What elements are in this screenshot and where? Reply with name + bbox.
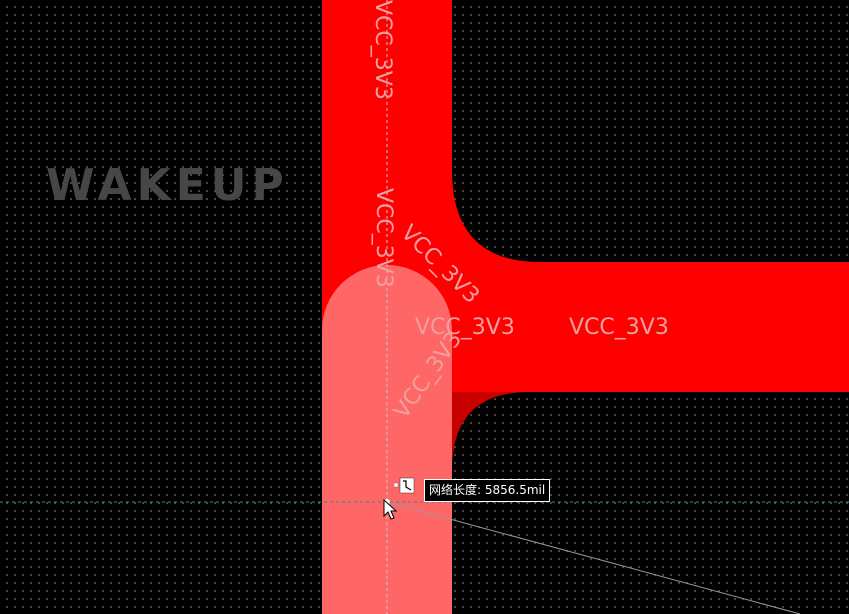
net-label-vertical-top: VCC_3V3 [370, 0, 395, 100]
net-label-horizontal-2: VCC_3V3 [569, 315, 669, 340]
arrow-cursor-icon [383, 499, 398, 520]
net-label-vertical-mid: VCC_3V3 [371, 188, 396, 288]
trace-fillet-lower [452, 392, 530, 470]
pcb-editor-canvas[interactable]: { "silkscreen": { "text": "WAKEUP" }, "n… [0, 0, 849, 614]
pcb-layout[interactable]: WAKEUP VCC_3V3 VCC_3V3 VCC_3V3 VCC_3V3 V… [0, 0, 849, 614]
silkscreen-wakeup-text: WAKEUP [46, 160, 289, 211]
net-label-horizontal-1: VCC_3V3 [415, 315, 515, 340]
net-length-icon [394, 477, 415, 494]
net-length-tooltip: 网络长度: 5856.5mil [424, 479, 551, 502]
trace-fillet-upper [452, 170, 540, 262]
